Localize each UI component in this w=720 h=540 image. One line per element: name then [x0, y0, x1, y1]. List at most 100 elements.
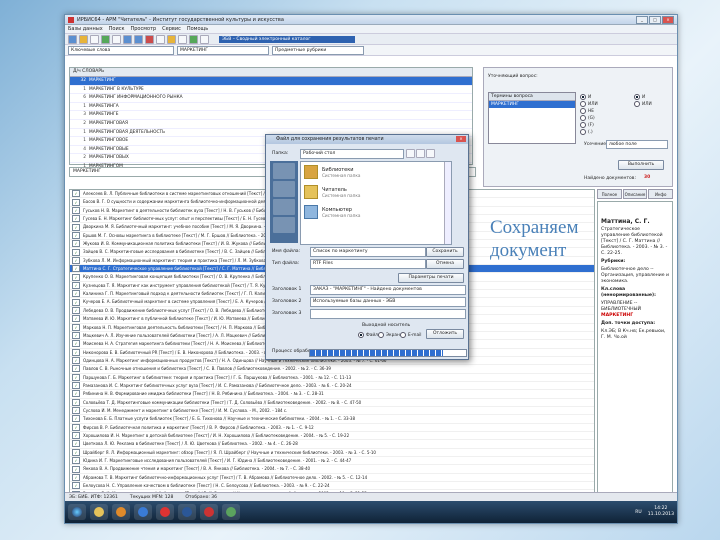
minimize-button[interactable]: _ — [636, 15, 648, 24]
result-checkbox[interactable]: ✓ — [72, 298, 80, 306]
file-list-scrollbar[interactable] — [444, 162, 451, 244]
result-checkbox[interactable]: ✓ — [72, 440, 80, 448]
result-row[interactable]: ✓ Павлов С. В. Рыночные отношения и библи… — [70, 365, 594, 374]
taskbar-opera[interactable] — [156, 504, 174, 520]
result-row[interactable]: ✓ Соловьёва Т. Д. Маркетинговые коммуника… — [70, 398, 594, 407]
result-row[interactable]: ✓ Тихонова Е. Б. Платные услуги библиотек… — [70, 415, 594, 424]
result-row[interactable]: ✓ Рамазанова И. С. Маркетинг библиотечных… — [70, 382, 594, 391]
tab-description[interactable]: Описание — [622, 189, 648, 199]
radio-f[interactable]: (F) — [580, 122, 594, 128]
filter-icon[interactable] — [112, 34, 121, 44]
taskbar-explorer[interactable] — [90, 504, 108, 520]
result-row[interactable]: ✓ Белоусова Н. С. Управление качеством в … — [70, 482, 594, 491]
result-checkbox[interactable]: ✓ — [72, 273, 80, 281]
dictionary-row[interactable]: 32 МАРКЕТИНГ — [70, 77, 472, 86]
dialog-cancel-button[interactable]: Отмена — [426, 259, 464, 269]
selected-term[interactable]: МАРКЕТИНГ — [489, 101, 575, 108]
print-icon[interactable] — [90, 34, 99, 44]
file-item[interactable]: Компьютер Системная папка — [301, 202, 451, 222]
radio-g[interactable]: (G) — [580, 115, 595, 121]
taskbar-media[interactable] — [112, 504, 130, 520]
menu-view[interactable]: Просмотр — [131, 26, 157, 32]
result-row[interactable]: ✓ Фирсов В. Р. Библиотечная политика и ма… — [70, 423, 594, 432]
place-recent[interactable] — [273, 163, 295, 179]
header1-field[interactable]: ЗАКАЗ - "МАРКЕТИНГ" - Найдено документов — [310, 285, 466, 295]
result-checkbox[interactable]: ✓ — [72, 340, 80, 348]
result-checkbox[interactable]: ✓ — [72, 332, 80, 340]
result-checkbox[interactable]: ✓ — [72, 448, 80, 456]
menu-databases[interactable]: Базы данных — [68, 26, 103, 32]
filetype-combo[interactable]: RTF Files — [310, 259, 426, 269]
menu-search[interactable]: Поиск — [109, 26, 125, 32]
open-db-icon[interactable] — [68, 34, 77, 44]
result-checkbox[interactable]: ✓ — [72, 223, 80, 231]
radio-not[interactable]: НЕ — [580, 108, 594, 114]
save-icon[interactable] — [167, 34, 176, 44]
place-desktop[interactable] — [273, 181, 295, 197]
result-checkbox[interactable]: ✓ — [72, 473, 80, 481]
result-checkbox[interactable]: ✓ — [72, 465, 80, 473]
start-button[interactable] — [68, 504, 86, 520]
result-checkbox[interactable]: ✓ — [72, 365, 80, 373]
clock[interactable]: 14:22 11.10.2013 — [648, 506, 674, 518]
result-checkbox[interactable]: ✓ — [72, 432, 80, 440]
result-row[interactable]: ✓ Паршукова Г. Б. Маркетинг в библиотеке:… — [70, 373, 594, 382]
view-menu-icon[interactable] — [426, 149, 435, 158]
taskbar-word[interactable] — [178, 504, 196, 520]
print-params-button[interactable]: Параметры печати — [398, 273, 464, 283]
result-row[interactable]: ✓ Рябинина Н. В. Формирование имиджа библ… — [70, 390, 594, 399]
settings-icon[interactable] — [178, 34, 187, 44]
basket-icon[interactable] — [189, 34, 198, 44]
truncation-combo[interactable]: любое поле — [606, 140, 668, 149]
result-checkbox[interactable]: ✓ — [72, 206, 80, 214]
new-folder-icon[interactable] — [416, 149, 425, 158]
result-checkbox[interactable]: ✓ — [72, 248, 80, 256]
dictionary-row[interactable]: 1 МАРКЕТИНГ В КУЛЬТУРЕ — [70, 86, 472, 95]
result-checkbox[interactable]: ✓ — [72, 407, 80, 415]
result-checkbox[interactable]: ✓ — [72, 457, 80, 465]
maximize-button[interactable]: □ — [649, 15, 661, 24]
up-folder-icon[interactable] — [406, 149, 415, 158]
search-field-combo[interactable]: Предметные рубрики — [272, 45, 364, 55]
result-checkbox[interactable]: ✓ — [72, 348, 80, 356]
result-checkbox[interactable]: ✓ — [72, 382, 80, 390]
dictionary-row[interactable]: 1 МАРКЕТИНГА — [70, 103, 472, 112]
radio-right-or[interactable]: ИЛИ — [634, 101, 652, 107]
close-button[interactable]: × — [662, 15, 674, 24]
language-indicator[interactable]: RU — [635, 510, 641, 515]
result-checkbox[interactable]: ✓ — [72, 290, 80, 298]
result-row[interactable]: ✓ Юдина И. Г. Маркетинговые исследования … — [70, 457, 594, 466]
search-type-combo[interactable]: Ключевые слова — [68, 45, 174, 55]
tab-info[interactable]: Инфо — [648, 189, 674, 199]
taskbar-irbis[interactable] — [200, 504, 218, 520]
stop-icon[interactable] — [145, 34, 154, 44]
file-item[interactable]: Читатель Системная папка — [301, 182, 451, 202]
tab-full[interactable]: Полное — [597, 189, 622, 199]
result-checkbox[interactable]: ✓ — [72, 390, 80, 398]
result-checkbox[interactable]: ✓ — [72, 306, 80, 314]
result-checkbox[interactable]: ✓ — [72, 315, 80, 323]
dictionary-row[interactable]: 2 МАРКЕТИНГОВАЯ — [70, 120, 472, 129]
menu-help[interactable]: Помощь — [187, 26, 208, 32]
filename-field[interactable]: Список по маркетингу — [310, 247, 426, 257]
back-icon[interactable] — [123, 34, 132, 44]
result-checkbox[interactable]: ✓ — [72, 415, 80, 423]
radio-right-and[interactable]: И — [634, 94, 645, 100]
taskbar-browser[interactable] — [134, 504, 152, 520]
execute-button[interactable]: Выполнить — [618, 160, 664, 170]
result-checkbox[interactable]: ✓ — [72, 398, 80, 406]
result-checkbox[interactable]: ✓ — [72, 423, 80, 431]
result-row[interactable]: ✓ Хорошилова И. Н. Маркетинг в детской би… — [70, 432, 594, 441]
result-checkbox[interactable]: ✓ — [72, 231, 80, 239]
forward-icon[interactable] — [134, 34, 143, 44]
result-checkbox[interactable]: ✓ — [72, 190, 80, 198]
result-checkbox[interactable]: ✓ — [72, 215, 80, 223]
result-checkbox[interactable]: ✓ — [72, 240, 80, 248]
result-checkbox[interactable]: ✓ — [72, 373, 80, 381]
radio-dot-op[interactable]: (.) — [580, 129, 593, 135]
result-checkbox[interactable]: ✓ — [72, 256, 80, 264]
dictionary-row[interactable]: 6 МАРКЕТИНГ ИНФОРМАЦИОННОГО РЫНКА — [70, 94, 472, 103]
taskbar-app[interactable] — [222, 504, 240, 520]
result-row[interactable]: ✓ Шрайберг Я. Л. Информационный маркетинг… — [70, 448, 594, 457]
result-checkbox[interactable]: ✓ — [72, 357, 80, 365]
